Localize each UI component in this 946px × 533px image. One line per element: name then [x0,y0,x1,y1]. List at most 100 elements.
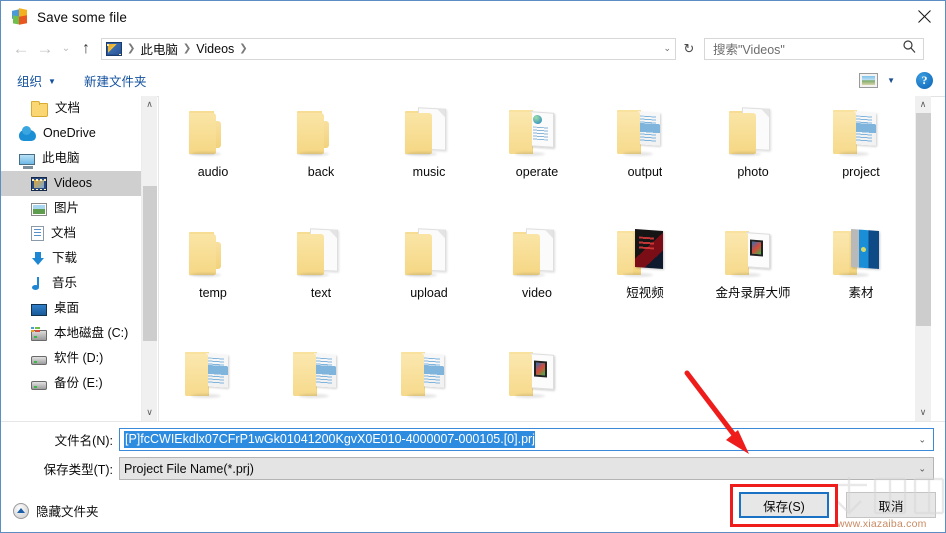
sidebar-item-10[interactable]: 软件 (D:) [1,346,141,371]
scrollbar-thumb[interactable] [916,113,931,326]
folder-item[interactable]: text [267,217,375,338]
folder-item[interactable]: photo [699,96,807,217]
folder-item[interactable] [375,338,483,421]
close-button[interactable] [901,1,945,32]
address-bar[interactable]: ❯ 此电脑 ❯ Videos ❯ ⌄ [101,37,676,60]
command-bar-right: ▼ ? [859,64,933,96]
breadcrumb-item-videos[interactable]: Videos [196,42,234,56]
help-icon[interactable]: ? [916,71,933,89]
scroll-up-icon[interactable]: ∧ [142,96,157,113]
folder-item[interactable]: temp [159,217,267,338]
chevron-down-icon[interactable]: ⌄ [663,39,671,59]
save-button[interactable]: 保存(S) [739,492,829,518]
scrollbar-thumb[interactable] [143,186,157,341]
drive-icon [31,381,47,390]
folder-icon [291,227,351,279]
sidebar-item-label: 备份 (E:) [54,376,103,391]
cancel-button[interactable]: 取消 [846,492,936,518]
sidebar-item-4[interactable]: 图片 [1,196,141,221]
scroll-down-icon[interactable]: ∨ [915,404,931,421]
sidebar-item-label: 文档 [55,101,81,116]
new-folder-button[interactable]: 新建文件夹 [84,71,147,90]
sidebar-item-label: 图片 [54,201,80,216]
folder-item[interactable]: 短视频 [591,217,699,338]
filename-row: 文件名(N): [P]fcCWIEkdlx07CFrP1wGk01041200K… [1,428,934,451]
sidebar-item-label: 下载 [52,251,78,266]
close-icon [917,10,931,23]
folder-item[interactable]: operate [483,96,591,217]
sidebar-item-8[interactable]: 桌面 [1,296,141,321]
sidebar-item-7[interactable]: 音乐 [1,271,141,296]
up-button[interactable]: ↑ [75,37,97,61]
hide-folders-toggle[interactable]: 隐藏文件夹 [13,501,99,520]
sidebar-item-1[interactable]: OneDrive [1,121,141,146]
folder-item[interactable]: video [483,217,591,338]
folder-icon [399,227,459,279]
organize-menu-button[interactable]: 组织 ▼ [17,71,56,90]
file-list-scrollbar[interactable]: ∧ ∨ [915,96,931,421]
folder-item-label: 金舟录屏大师 [715,286,791,300]
documents-icon [31,226,44,241]
folder-item[interactable]: back [267,96,375,217]
forward-button[interactable]: → [33,37,57,61]
window-title: Save some file [37,9,127,25]
drive-icon [31,356,47,365]
folder-item[interactable]: project [807,96,915,217]
videos-icon [31,176,47,191]
chevron-down-icon: ▼ [48,76,56,86]
breadcrumb-item-this-pc[interactable]: 此电脑 [140,39,178,58]
sidebar-item-3[interactable]: Videos [1,171,141,196]
search-input[interactable]: 搜索"Videos" [704,37,924,60]
folder-item-label: 短视频 [626,286,664,300]
sidebar-item-6[interactable]: 下载 [1,246,141,271]
search-placeholder: 搜索"Videos" [713,43,785,57]
folder-item[interactable]: 素材 [807,217,915,338]
sidebar-item-label: Videos [54,176,92,191]
sidebar-item-11[interactable]: 备份 (E:) [1,371,141,396]
sidebar-item-label: 桌面 [54,301,80,316]
folder-item-label: project [842,165,880,179]
folder-icon [399,106,459,158]
filename-input[interactable]: [P]fcCWIEkdlx07CFrP1wGk01041200KgvX0E010… [119,428,934,451]
scroll-down-icon[interactable]: ∨ [142,404,157,421]
navigation-pane-scrollbar[interactable]: ∧ ∨ [141,96,157,421]
filetype-row: 保存类型(T): Project File Name(*.prj) ⌄ [1,457,934,480]
folder-item[interactable]: upload [375,217,483,338]
folder-item[interactable]: audio [159,96,267,217]
folder-item[interactable] [267,338,375,421]
folder-item[interactable]: output [591,96,699,217]
sidebar-item-9[interactable]: 本地磁盘 (C:) [1,321,141,346]
back-button[interactable]: ← [9,37,33,61]
this-pc-icon [19,154,35,169]
folder-item[interactable] [483,338,591,421]
folder-item[interactable]: music [375,96,483,217]
sidebar-item-5[interactable]: 文档 [1,221,141,246]
folder-item-label: video [522,286,552,300]
sidebar-item-2[interactable]: 此电脑 [1,146,141,171]
scroll-up-icon[interactable]: ∧ [915,96,931,113]
folder-item[interactable]: 金舟录屏大师 [699,217,807,338]
folder-icon [183,227,243,279]
folder-item[interactable] [159,338,267,421]
sidebar-item-0[interactable]: 文档 [1,96,141,121]
folder-icon [399,348,459,400]
music-icon [31,276,45,291]
folder-item-label: output [627,165,663,179]
recent-locations-button[interactable]: ⌄ [57,37,75,61]
filetype-select[interactable]: Project File Name(*.prj) ⌄ [119,457,934,480]
hide-folders-label: 隐藏文件夹 [36,505,99,519]
view-layout-icon[interactable] [859,72,879,88]
filetype-label: 保存类型(T): [43,463,113,477]
folder-item-label: 素材 [848,286,874,300]
chevron-down-icon[interactable]: ▼ [887,76,895,85]
sidebar-item-label: 本地磁盘 (C:) [54,326,129,341]
butterfly-logo-icon [12,8,28,25]
sidebar-item-label: 软件 (D:) [54,351,104,366]
folder-icon [183,348,243,400]
chevron-down-icon[interactable]: ⌄ [918,463,926,474]
refresh-icon[interactable]: ↻ [678,38,700,60]
folder-icon [291,106,351,158]
filetype-value: Project File Name(*.prj) [124,461,254,476]
folder-item-label: upload [410,286,448,300]
chevron-down-icon[interactable]: ⌄ [918,434,926,445]
